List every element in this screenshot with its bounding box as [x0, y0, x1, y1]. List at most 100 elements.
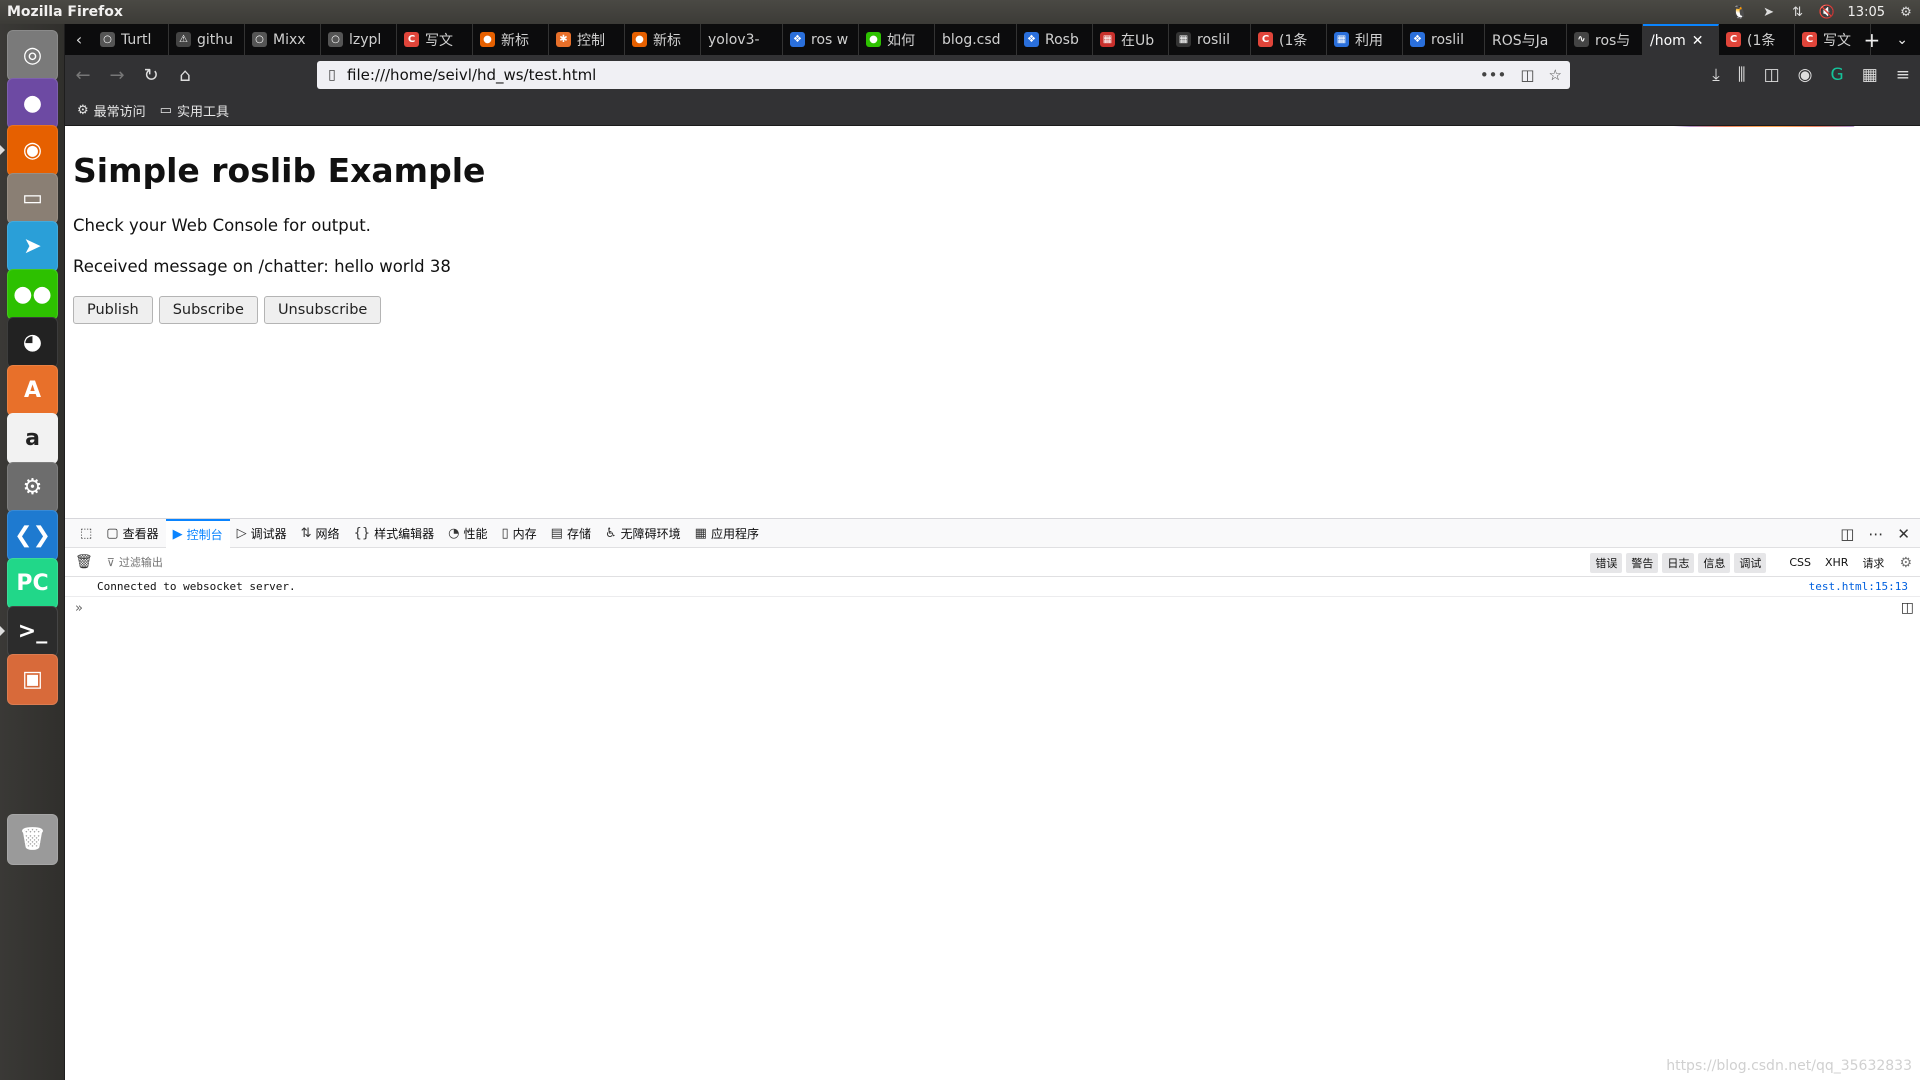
browser-tab[interactable]: ▦ 在Ub [1093, 24, 1169, 55]
vscode-icon[interactable]: ❮❯ [7, 510, 58, 561]
url-text[interactable]: file:///home/seivl/hd_ws/test.html [347, 66, 596, 84]
devtools-tab[interactable]: ▷ 调试器 [230, 519, 294, 548]
browser-tab[interactable]: C (1条 [1719, 24, 1795, 55]
browser-tab[interactable]: ❖ roslil [1403, 24, 1485, 55]
devtools-tab[interactable]: ▤ 存储 [544, 519, 598, 548]
active-tab[interactable]: /hom ✕ [1643, 24, 1719, 55]
browser-tab[interactable]: yolov3- [701, 24, 783, 55]
devtools-tab[interactable]: ▶ 控制台 [165, 518, 230, 548]
qq-icon[interactable]: ◕ [7, 317, 58, 368]
console-source-link[interactable]: test.html:15:13 [1809, 580, 1908, 593]
amazon-icon[interactable]: a [7, 413, 58, 464]
browser-tab[interactable]: ● 新标 [473, 24, 549, 55]
system-settings-icon[interactable]: ⚙ [7, 462, 58, 513]
grammarly-icon[interactable]: G [1831, 65, 1844, 85]
log-level-toggle[interactable]: 调试 [1734, 552, 1767, 573]
browser-tab[interactable]: ❖ Rosb [1017, 24, 1093, 55]
request-filter-toggle[interactable]: CSS [1784, 554, 1816, 571]
new-tab-icon[interactable]: + [1864, 28, 1881, 52]
close-tab-icon[interactable]: ✕ [1692, 33, 1704, 49]
page-info-icon[interactable]: ▯ [317, 67, 347, 83]
tab-favicon-icon: ○ [328, 32, 343, 47]
telegram-icon[interactable]: ➤ [7, 221, 58, 272]
browser-tab[interactable]: ● 如何 [859, 24, 935, 55]
clock[interactable]: 13:05 [1848, 5, 1885, 20]
download-icon[interactable]: ⤓ [1712, 65, 1720, 85]
menu-icon[interactable]: ≡ [1896, 65, 1910, 85]
scroll-tabs-left-icon[interactable]: ‹ [65, 24, 93, 55]
console-input[interactable]: » ◫ [65, 597, 1920, 619]
url-bar[interactable]: ▯ file:///home/seivl/hd_ws/test.html •••… [317, 61, 1570, 89]
devtools-tab[interactable]: ⇅ 网络 [294, 519, 347, 548]
request-filter-toggle[interactable]: XHR [1820, 554, 1853, 571]
element-picker-icon[interactable]: ⬚ [73, 519, 99, 548]
browser-tab[interactable]: ⚠ githu [169, 24, 245, 55]
library-icon[interactable]: ⫼ [1738, 65, 1746, 85]
gear-icon[interactable]: ⚙ [1898, 4, 1914, 20]
pocket-icon[interactable]: ◫ [1520, 66, 1534, 84]
forward-icon[interactable]: → [101, 59, 133, 91]
browser-tab[interactable]: ▦ roslil [1169, 24, 1251, 55]
devtools-more-icon[interactable]: ⋯ [1868, 525, 1883, 543]
trash-icon[interactable]: 🗑 [7, 814, 58, 865]
home-icon[interactable]: ⌂ [169, 59, 201, 91]
page-actions-icon[interactable]: ••• [1480, 66, 1507, 84]
devtools-tab[interactable]: ♿ 无障碍环境 [598, 519, 688, 548]
devtools-tab[interactable]: ◔ 性能 [441, 519, 494, 548]
close-devtools-icon[interactable]: ✕ [1897, 525, 1910, 543]
log-level-toggle[interactable]: 信息 [1698, 552, 1731, 573]
network-icon[interactable]: ⇅ [1790, 4, 1806, 20]
devtools-tab[interactable]: {} 样式编辑器 [347, 519, 442, 548]
firefox-icon[interactable]: ◉ [0, 125, 58, 176]
video-player-icon[interactable]: ● [7, 78, 58, 129]
clear-console-icon[interactable]: 🗑 [75, 554, 93, 570]
reload-icon[interactable]: ↻ [135, 59, 167, 91]
files-icon[interactable]: ▭ [7, 173, 58, 224]
devtools-tab[interactable]: ▢ 查看器 [99, 519, 165, 548]
filter-input[interactable]: 过滤输出 [119, 554, 163, 570]
unsubscribe-button[interactable]: Unsubscribe [263, 296, 382, 324]
log-level-toggle[interactable]: 日志 [1662, 552, 1695, 573]
browser-tab[interactable]: ∿ ros与 [1567, 24, 1643, 55]
terminal-icon[interactable]: >_ [0, 606, 58, 657]
volume-muted-icon[interactable]: 🔇 [1818, 4, 1834, 20]
log-level-toggle[interactable]: 错误 [1590, 552, 1623, 573]
bookmark-item[interactable]: ▭ 实用工具 [160, 101, 229, 120]
split-console-icon[interactable]: ◫ [1901, 600, 1914, 616]
browser-tab[interactable]: ❖ ros w [783, 24, 859, 55]
publish-button[interactable]: Publish [73, 296, 153, 324]
account-icon[interactable]: ◉ [1798, 65, 1813, 85]
browser-tab[interactable]: C 写文 [1795, 24, 1871, 55]
browser-tab[interactable]: C (1条 [1251, 24, 1327, 55]
devtools-toolbar: ⬚ ▢ 查看器 ▶ 控制台 ▷ 调试器 ⇅ 网络{} 样式编辑器 ◔ 性能 ▯ 内存 ▤ 存储 ♿ 无障碍环境 ▦… [65, 518, 1920, 548]
browser-tab[interactable]: ● 新标 [625, 24, 701, 55]
browser-tab[interactable]: ○ Turtl [93, 24, 169, 55]
dash-icon[interactable]: ◎ [7, 30, 58, 81]
telegram-tray-icon[interactable]: ➤ [1761, 4, 1777, 20]
sidebar-icon[interactable]: ◫ [1764, 65, 1780, 85]
browser-tab[interactable]: ○ Mixx [245, 24, 321, 55]
browser-tab[interactable]: C 写文 [397, 24, 473, 55]
console-settings-icon[interactable]: ⚙ [1899, 555, 1912, 571]
browser-tab[interactable]: ▦ 利用 [1327, 24, 1403, 55]
browser-tab[interactable]: ✱ 控制 [549, 24, 625, 55]
subscribe-button[interactable]: Subscribe [158, 296, 258, 324]
dock-side-icon[interactable]: ◫ [1840, 525, 1854, 543]
tab-list-icon[interactable]: ⌄ [1896, 32, 1908, 48]
devtools-tab[interactable]: ▯ 内存 [494, 519, 543, 548]
pycharm-icon[interactable]: PC [7, 558, 58, 609]
archive-manager-icon[interactable]: ▣ [7, 654, 58, 705]
devtools-tab[interactable]: ▦ 应用程序 [688, 519, 766, 548]
log-level-toggle[interactable]: 警告 [1626, 552, 1659, 573]
bookmark-item[interactable]: ⚙ 最常访问 [77, 101, 146, 120]
browser-tab[interactable]: blog.csd [935, 24, 1017, 55]
browser-tab[interactable]: ○ lzypl [321, 24, 397, 55]
software-center-icon[interactable]: A [7, 365, 58, 416]
request-filter-toggle[interactable]: 请求 [1857, 553, 1889, 573]
extensions-icon[interactable]: ▦ [1862, 65, 1878, 85]
wechat-icon[interactable]: ●● [7, 269, 58, 320]
back-icon[interactable]: ← [67, 59, 99, 91]
penguin-tray-icon[interactable]: 🐧 [1731, 4, 1747, 20]
bookmark-star-icon[interactable]: ☆ [1549, 66, 1562, 84]
browser-tab[interactable]: ROS与Ja [1485, 24, 1567, 55]
